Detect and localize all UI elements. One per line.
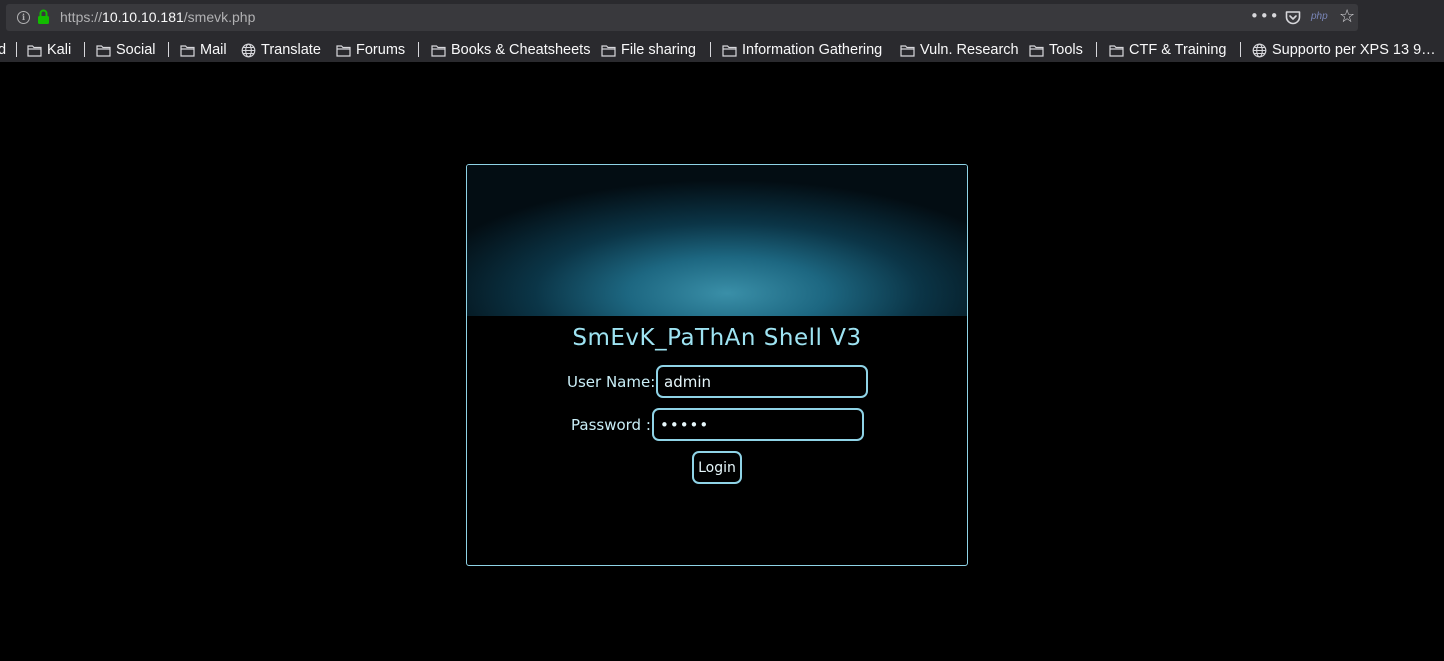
folder-icon xyxy=(722,44,737,57)
bookmark-separator xyxy=(1240,42,1241,57)
folder-icon xyxy=(601,44,616,57)
password-input[interactable] xyxy=(652,408,864,441)
bookmark-folder-vuln-research[interactable]: Vuln. Research xyxy=(900,40,1019,60)
bookmark-folder-kali[interactable]: Kali xyxy=(27,40,71,60)
bookmark-separator xyxy=(84,42,85,57)
bookmark-folder-mail[interactable]: Mail xyxy=(180,40,227,60)
info-icon[interactable]: i xyxy=(17,11,30,24)
star-icon[interactable]: ☆ xyxy=(1339,6,1355,27)
login-panel: SmEvK_PaThAn Shell V3 User Name: Passwor… xyxy=(466,164,968,566)
bookmarks-toolbar: d Kali Social Mail Translate Forums Book… xyxy=(0,36,1444,62)
bookmark-supporto-xps[interactable]: Supporto per XPS 13 9… xyxy=(1252,40,1436,60)
bookmark-label: Kali xyxy=(47,42,72,58)
bookmark-label: File sharing xyxy=(621,42,696,58)
page-actions-icon[interactable]: ••• xyxy=(1250,7,1280,25)
url-host: 10.10.10.181 xyxy=(102,9,184,25)
username-input[interactable] xyxy=(656,365,868,398)
bookmark-separator xyxy=(710,42,711,57)
bookmark-folder-social[interactable]: Social xyxy=(96,40,156,60)
bookmark-folder-tools[interactable]: Tools xyxy=(1029,40,1083,60)
bookmark-separator xyxy=(1096,42,1097,57)
url-bar[interactable]: i https://10.10.10.181/smevk.php ••• php… xyxy=(6,4,1358,31)
header-banner-image xyxy=(467,165,967,316)
folder-icon xyxy=(180,44,195,57)
password-label: Password : xyxy=(571,416,651,434)
bookmark-label: Mail xyxy=(200,42,227,58)
globe-icon xyxy=(1252,43,1267,57)
folder-icon xyxy=(1109,44,1124,57)
bookmark-d[interactable]: d xyxy=(0,40,6,60)
folder-icon xyxy=(900,44,915,57)
bookmark-label: Social xyxy=(116,42,156,58)
folder-icon xyxy=(1029,44,1044,57)
php-icon[interactable]: php xyxy=(1311,11,1328,22)
bookmark-label: Forums xyxy=(356,42,406,58)
folder-icon xyxy=(27,44,42,57)
bookmark-separator xyxy=(418,42,419,57)
username-label: User Name: xyxy=(567,373,656,391)
bookmark-label: Vuln. Research xyxy=(920,42,1019,58)
folder-icon xyxy=(431,44,446,57)
bookmark-folder-books-cheatsheets[interactable]: Books & Cheatsheets xyxy=(431,40,590,60)
bookmark-separator xyxy=(168,42,169,57)
bookmark-folder-file-sharing[interactable]: File sharing xyxy=(601,40,696,60)
folder-icon xyxy=(96,44,111,57)
folder-icon xyxy=(336,44,351,57)
bookmark-label: Translate xyxy=(261,42,321,58)
bookmark-label: Tools xyxy=(1049,42,1083,58)
url-path: /smevk.php xyxy=(183,9,256,25)
bookmark-label: CTF & Training xyxy=(1129,42,1227,58)
page-title: SmEvK_PaThAn Shell V3 xyxy=(572,325,862,351)
lock-icon[interactable] xyxy=(37,9,50,25)
bookmark-translate[interactable]: Translate xyxy=(241,40,321,60)
login-button[interactable]: Login xyxy=(692,451,742,484)
url-text[interactable]: https://10.10.10.181/smevk.php xyxy=(60,9,255,25)
bookmark-folder-forums[interactable]: Forums xyxy=(336,40,405,60)
bookmark-label: Supporto per XPS 13 9… xyxy=(1272,42,1436,58)
pocket-icon[interactable] xyxy=(1285,10,1301,25)
bookmark-folder-information-gathering[interactable]: Information Gathering xyxy=(722,40,882,60)
bookmark-label: Books & Cheatsheets xyxy=(451,42,591,58)
browser-chrome: i https://10.10.10.181/smevk.php ••• php… xyxy=(0,0,1444,62)
bookmark-folder-ctf-training[interactable]: CTF & Training xyxy=(1109,40,1227,60)
bookmark-label: d xyxy=(0,42,7,58)
bookmark-separator xyxy=(16,42,17,57)
globe-icon xyxy=(241,43,256,57)
bookmark-label: Information Gathering xyxy=(742,42,883,58)
url-scheme: https:// xyxy=(60,9,103,25)
